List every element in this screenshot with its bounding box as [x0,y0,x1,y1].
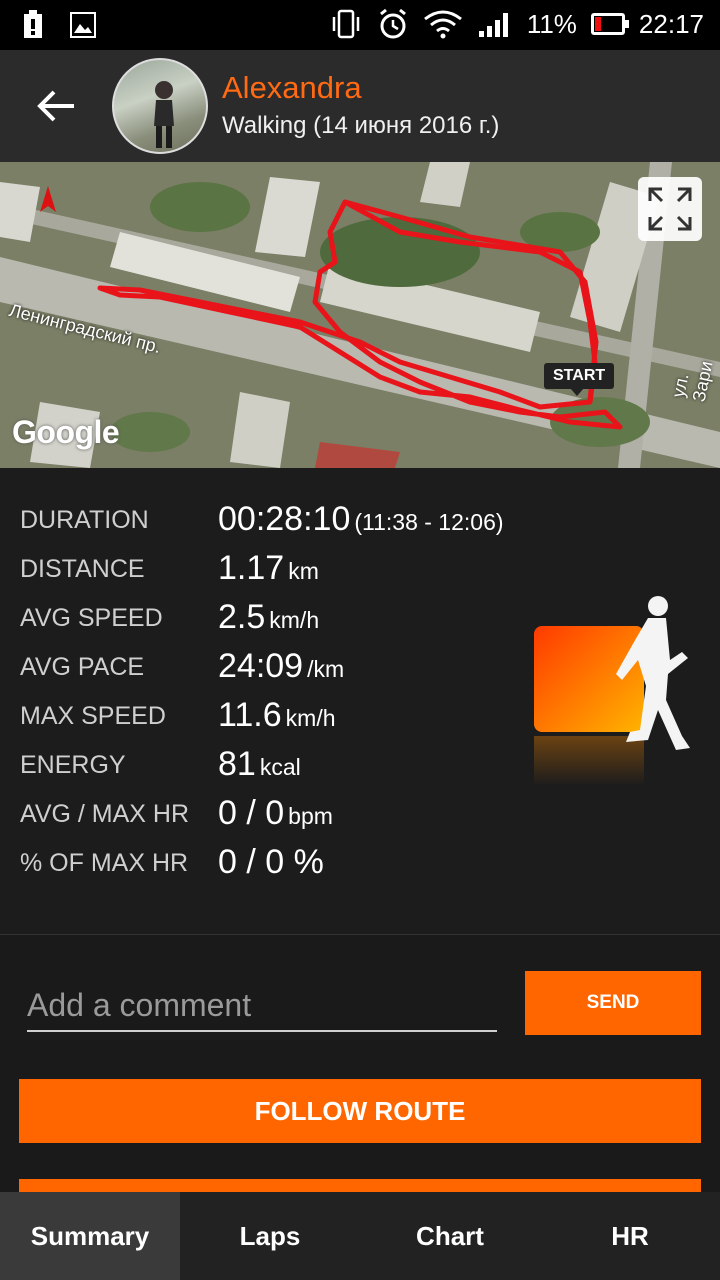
stat-label: AVG SPEED [20,604,163,632]
stat-duration: DURATION 00:28:10 (11:38 - 12:06) [0,500,560,540]
stat-percent-max-hr: % OF MAX HR 0 / 0 % [0,843,560,883]
stat-value: 11.6 km/h [218,696,336,734]
stat-value: 00:28:10 (11:38 - 12:06) [218,500,504,538]
image-icon [70,12,96,38]
stat-label: MAX SPEED [20,702,166,730]
tab-laps[interactable]: Laps [180,1192,360,1280]
walking-sport-icon [534,596,690,786]
tab-hr[interactable]: HR [540,1192,720,1280]
stat-max-speed: MAX SPEED 11.6 km/h [0,696,560,736]
stat-energy: ENERGY 81 kcal [0,745,560,785]
compass-icon [40,186,56,212]
stat-label: AVG / MAX HR [20,800,190,828]
bottom-tab-bar: Summary Laps Chart HR [0,1192,720,1280]
fullscreen-icon [648,187,692,231]
signal-icon [478,13,508,37]
alarm-icon [379,8,406,39]
wifi-icon [423,10,462,39]
status-bar: 11% 22:17 [0,0,720,50]
user-name[interactable]: Alexandra [222,70,362,106]
stat-value: 81 kcal [218,745,301,783]
notification-icon [24,10,42,38]
stat-value: 0 / 0 bpm [218,794,333,832]
back-arrow-icon[interactable] [30,80,82,132]
google-logo: Google [12,414,120,450]
stat-label: AVG PACE [20,653,145,681]
stat-value: 2.5 km/h [218,598,320,636]
app-header: Alexandra Walking (14 июня 2016 г.) [0,50,720,162]
expand-map-button[interactable] [638,177,702,241]
stat-avg-speed: AVG SPEED 2.5 km/h [0,598,560,638]
avatar[interactable] [112,58,208,154]
stat-label: DISTANCE [20,555,145,583]
follow-route-button[interactable]: FOLLOW ROUTE [19,1079,701,1143]
tab-summary[interactable]: Summary [0,1192,180,1280]
activity-title: Walking (14 июня 2016 г.) [222,112,500,139]
battery-percent: 11% [526,8,577,39]
avatar-person-icon [154,81,174,148]
stat-label: ENERGY [20,751,126,779]
stat-avg-pace: AVG PACE 24:09/km [0,647,560,687]
start-marker: START [544,363,615,396]
send-button[interactable]: SEND [525,971,701,1035]
stat-distance: DISTANCE 1.17 km [0,549,560,589]
clock: 22:17 [638,8,704,39]
stat-value: 0 / 0 % [218,843,324,881]
stat-label: DURATION [20,506,149,534]
stat-heart-rate: AVG / MAX HR 0 / 0 bpm [0,794,560,834]
tab-chart[interactable]: Chart [360,1192,540,1280]
battery-icon [590,13,629,35]
stat-value: 1.17 km [218,549,319,587]
stat-value: 24:09/km [218,647,345,685]
comment-input[interactable] [27,980,497,1032]
vibrate-icon [332,9,360,39]
stat-label: % OF MAX HR [20,849,189,877]
